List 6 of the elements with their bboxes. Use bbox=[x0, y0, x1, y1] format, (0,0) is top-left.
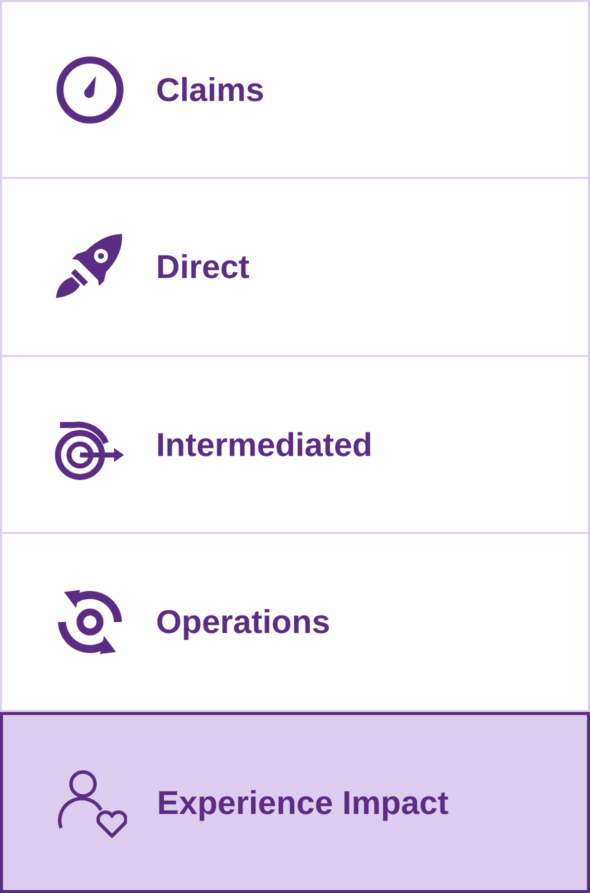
menu-item[interactable]: Intermediated bbox=[0, 354, 590, 534]
gauge-icon bbox=[54, 54, 126, 126]
menu-item[interactable]: Direct bbox=[0, 177, 590, 357]
menu-item[interactable]: Operations bbox=[0, 532, 590, 712]
menu-item[interactable]: Claims bbox=[0, 0, 590, 180]
menu-item[interactable]: Experience Impact bbox=[0, 712, 590, 893]
